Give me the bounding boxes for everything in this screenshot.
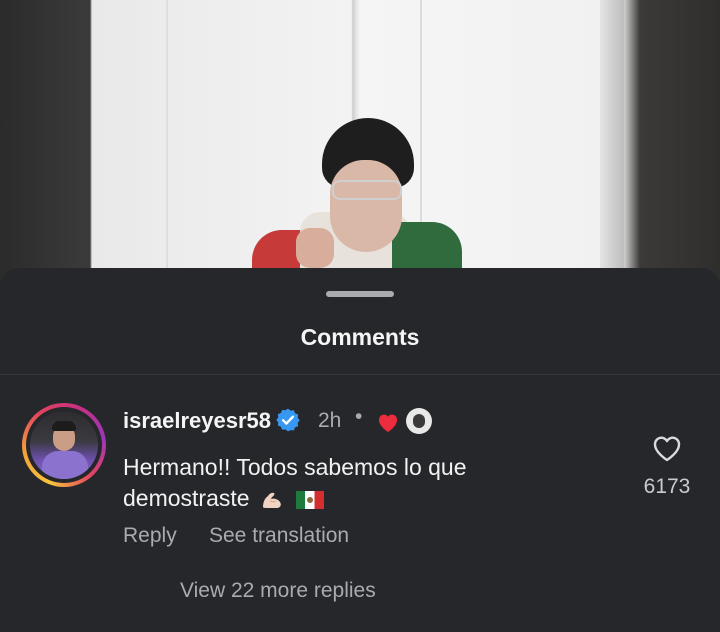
verified-badge-icon (276, 408, 300, 432)
comments-sheet: Comments israelreyesr58 2h • Hermano!! T… (0, 268, 720, 632)
see-translation-button[interactable]: See translation (209, 524, 349, 548)
like-count: 6173 (643, 475, 691, 498)
comment-username[interactable]: israelreyesr58 (123, 408, 271, 434)
flexed-biceps-emoji (262, 492, 281, 508)
author-mini-avatar (406, 408, 432, 434)
sheet-title: Comments (300, 324, 420, 350)
like-heart-icon[interactable] (651, 433, 683, 463)
avatar[interactable] (22, 403, 106, 487)
mexico-flag-emoji (296, 490, 325, 509)
comment-text: Hermano!! Todos sabemos lo que demostras… (123, 454, 467, 511)
liked-by-author-heart-icon (378, 414, 398, 432)
view-more-replies-button[interactable]: View 22 more replies (180, 579, 376, 603)
post-photo (0, 0, 720, 290)
comment-body: Hermano!! Todos sabemos lo que demostras… (123, 452, 563, 514)
reply-button[interactable]: Reply (123, 524, 177, 548)
drag-handle[interactable] (326, 291, 394, 297)
separator-dot: • (355, 405, 363, 428)
comment-timestamp: 2h (318, 409, 342, 432)
divider (0, 374, 720, 375)
